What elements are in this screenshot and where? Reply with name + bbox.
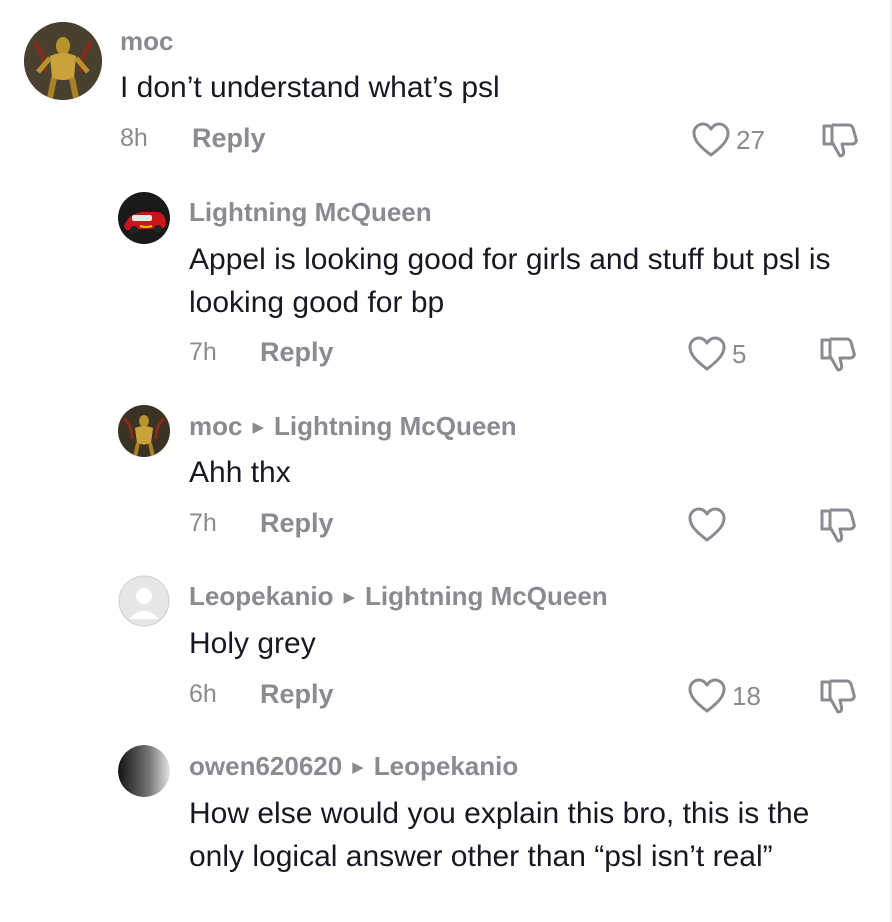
reply-arrow-icon: ▶	[343, 589, 356, 606]
avatar[interactable]	[118, 192, 170, 244]
username[interactable]: Lightning McQueen	[189, 197, 432, 227]
heart-outline-icon	[688, 507, 726, 542]
reply-to-username[interactable]: Lightning McQueen	[365, 581, 608, 611]
reply-button[interactable]: Reply	[260, 508, 334, 539]
comment-footer: 7h Reply	[0, 505, 892, 545]
like-count: 27	[736, 124, 765, 155]
comment-username[interactable]: moc ▶ Lightning McQueen	[189, 411, 517, 442]
reply-button[interactable]: Reply	[260, 337, 334, 368]
comment-item: moc ▶ Lightning McQueen Ahh thx 7h Reply	[0, 395, 892, 555]
comment-username[interactable]: Leopekanio ▶ Lightning McQueen	[189, 581, 608, 612]
like-button[interactable]: 18	[688, 676, 761, 716]
thumbs-down-outline-icon	[820, 679, 856, 714]
comment-item: Leopekanio ▶ Lightning McQueen Holy grey 6…	[0, 565, 892, 725]
comment-username[interactable]: Lightning McQueen	[189, 197, 432, 228]
comment-footer: 7h Reply 5	[0, 334, 892, 374]
reply-button[interactable]: Reply	[192, 123, 266, 154]
comment-item: moc I don’t understand what’s psl 8h Rep…	[0, 0, 892, 170]
reply-button[interactable]: Reply	[260, 679, 334, 710]
heart-outline-icon	[688, 678, 726, 713]
avatar[interactable]	[118, 405, 170, 457]
dislike-button[interactable]	[818, 676, 858, 721]
reply-to-username[interactable]: Leopekanio	[374, 751, 518, 781]
like-button[interactable]	[688, 505, 732, 545]
heart-outline-icon	[688, 336, 726, 371]
username[interactable]: moc	[189, 411, 242, 441]
comment-username[interactable]: moc	[120, 26, 173, 57]
username[interactable]: Leopekanio	[189, 581, 333, 611]
comment-time: 7h	[189, 509, 217, 537]
comment-text: How else would you explain this bro, thi…	[189, 797, 810, 873]
like-count: 18	[732, 680, 761, 711]
heart-outline-icon	[692, 122, 730, 157]
dislike-button[interactable]	[818, 334, 858, 379]
reply-arrow-icon: ▶	[252, 419, 265, 436]
thumbs-down-outline-icon	[820, 508, 856, 543]
avatar[interactable]	[24, 22, 102, 100]
comment-username[interactable]: owen620620 ▶ Leopekanio	[189, 751, 518, 782]
like-button[interactable]: 5	[688, 334, 746, 374]
comment-time: 6h	[189, 680, 217, 708]
comment-text: Appel is looking good for girls and stuf…	[189, 243, 831, 319]
comment-item: owen620620 ▶ Leopekanio How else would you…	[0, 735, 892, 922]
comment-text: Holy grey	[189, 627, 316, 660]
comment-text: I don’t understand what’s psl	[120, 71, 500, 104]
comment-footer: 6h Reply 18	[0, 676, 892, 716]
reply-arrow-icon: ▶	[352, 759, 364, 776]
comment-item: Lightning McQueen Appel is looking good …	[0, 180, 892, 380]
avatar[interactable]	[118, 575, 170, 627]
thumbs-down-outline-icon	[820, 337, 856, 372]
comment-time: 7h	[189, 338, 217, 366]
username[interactable]: moc	[120, 26, 173, 56]
dislike-button[interactable]	[818, 505, 858, 550]
comment-footer: 8h Reply 27	[0, 120, 892, 160]
avatar[interactable]	[118, 745, 170, 797]
like-button[interactable]: 27	[692, 120, 765, 160]
comment-time: 8h	[120, 124, 148, 152]
dislike-button[interactable]	[820, 120, 860, 165]
thumbs-down-outline-icon	[822, 123, 858, 158]
reply-to-username[interactable]: Lightning McQueen	[274, 411, 517, 441]
like-count: 5	[732, 338, 747, 369]
username[interactable]: owen620620	[189, 751, 342, 781]
comment-text: Ahh thx	[189, 456, 291, 489]
